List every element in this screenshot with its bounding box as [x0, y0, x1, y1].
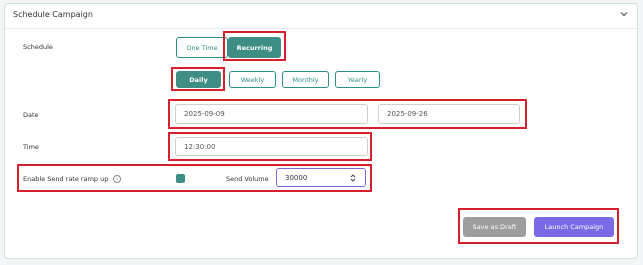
panel-title: Schedule Campaign	[13, 10, 93, 19]
daily-highlight-box	[171, 67, 225, 91]
chevron-down-icon[interactable]	[619, 9, 629, 19]
weekly-button[interactable]: Weekly	[229, 71, 276, 88]
date-highlight-box	[168, 99, 527, 129]
yearly-button[interactable]: Yearly	[335, 71, 380, 88]
date-label: Date	[23, 111, 39, 119]
panel-header[interactable]: Schedule Campaign	[5, 4, 637, 29]
time-highlight-box	[168, 132, 372, 161]
time-label: Time	[23, 143, 39, 151]
monthly-button[interactable]: Monthly	[282, 71, 329, 88]
actions-highlight-box	[458, 208, 619, 244]
schedule-label: Schedule	[23, 43, 53, 51]
recurring-highlight-box	[223, 31, 286, 61]
one-time-button[interactable]: One Time	[176, 37, 228, 58]
ramp-highlight-box	[17, 164, 372, 192]
